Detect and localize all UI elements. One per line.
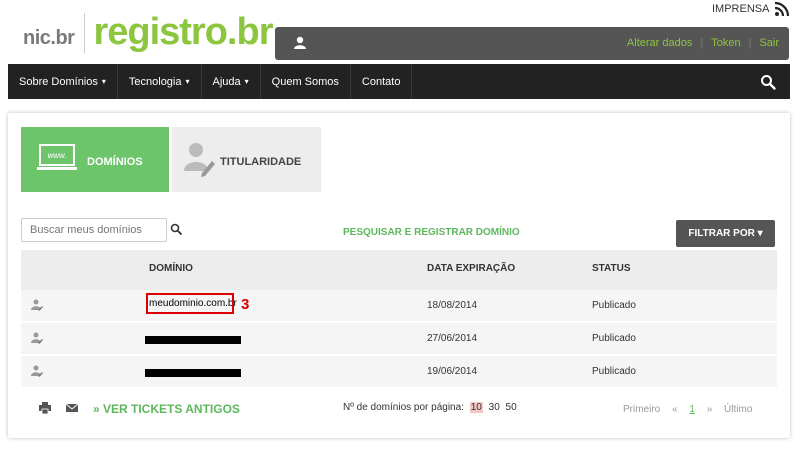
ver-tickets-antigos-link[interactable]: » VER TICKETS ANTIGOS (93, 402, 240, 416)
table-footer: » VER TICKETS ANTIGOS Nº de domínios por… (21, 398, 777, 423)
logo-registro: registro.br (93, 11, 273, 53)
expiration-date: 19/06/2014 (427, 366, 478, 377)
search-icon[interactable] (760, 74, 776, 90)
pagination: Primeiro « 1 » Último (623, 404, 761, 415)
highlight-box (146, 293, 234, 314)
pager-first[interactable]: Primeiro (623, 404, 660, 415)
tab-titularidade-label: TITULARIDADE (220, 156, 302, 168)
header-status: STATUS (592, 263, 631, 274)
nav-label: Sobre Domínios (19, 75, 98, 88)
nav-label: Quem Somos (271, 75, 339, 88)
token-link[interactable]: Token (711, 37, 740, 49)
status-text: Publicado (592, 300, 636, 311)
user-bar: Alterar dados | Token | Sair (275, 27, 789, 60)
www-monitor-icon: www. (37, 144, 77, 170)
sair-link[interactable]: Sair (759, 37, 779, 49)
www-text: www. (47, 151, 66, 160)
divider: | (700, 37, 704, 49)
rss-icon[interactable] (774, 1, 790, 17)
nav-tecnologia[interactable]: Tecnologia ▾ (118, 64, 202, 99)
table-row[interactable]: meudominio.com.br 3 18/08/2014 Publicado (21, 290, 777, 323)
nav-label: Ajuda (212, 75, 241, 88)
per-page-label: Nº de domínios por página: (343, 402, 464, 413)
domains-panel: www. DOMÍNIOS TITULARIDADE PESQUISAR E R… (8, 113, 790, 438)
status-text: Publicado (592, 366, 636, 377)
alterar-dados-link[interactable]: Alterar dados (627, 37, 692, 49)
pesquisar-registrar-link[interactable]: PESQUISAR E REGISTRAR DOMÍNIO (343, 227, 520, 238)
logo-nic: nic.br (23, 27, 75, 49)
table-row[interactable]: 19/06/2014 Publicado (21, 356, 777, 389)
per-page-option[interactable]: 10 (469, 402, 483, 413)
search-icon[interactable] (170, 223, 182, 235)
imprensa-link[interactable]: IMPRENSA (712, 3, 769, 15)
annotation-number: 3 (241, 296, 250, 313)
header-expiracao: DATA EXPIRAÇÃO (427, 263, 516, 274)
nav-sobre-dominios[interactable]: Sobre Domínios ▾ (8, 64, 118, 99)
caret-down-icon: ▾ (101, 77, 106, 86)
tab-dominios[interactable]: www. DOMÍNIOS (21, 127, 169, 192)
main-nav: Sobre Domínios ▾ Tecnologia ▾ Ajuda ▾ Qu… (8, 64, 790, 99)
per-page-option[interactable]: 30 (489, 402, 500, 413)
pager-current-page[interactable]: 1 (689, 404, 695, 415)
pager-next[interactable]: » (707, 404, 713, 415)
expiration-date: 18/08/2014 (427, 300, 478, 311)
per-page-selector: Nº de domínios por página: 10 30 50 (343, 402, 517, 413)
redacted-domain (145, 336, 241, 344)
nav-label: Contato (361, 75, 401, 88)
redacted-domain (145, 369, 241, 377)
logo[interactable]: nic.br registro.br (23, 8, 274, 53)
user-icon (294, 36, 306, 49)
table-header: DOMÍNIO DATA EXPIRAÇÃO STATUS (21, 250, 777, 290)
divider: | (748, 37, 752, 49)
user-links: Alterar dados | Token | Sair (627, 37, 779, 49)
tab-dominios-label: DOMÍNIOS (87, 156, 143, 168)
nav-ajuda[interactable]: Ajuda ▾ (202, 64, 261, 99)
search-domains-input[interactable] (21, 218, 167, 242)
domains-table: DOMÍNIO DATA EXPIRAÇÃO STATUS meudominio… (21, 250, 777, 389)
print-icon[interactable] (39, 402, 51, 414)
filtrar-por-button[interactable]: FILTRAR POR ▾ (676, 220, 775, 247)
status-text: Publicado (592, 333, 636, 344)
pager-prev[interactable]: « (672, 404, 678, 415)
edit-owner-icon[interactable] (31, 365, 43, 377)
tab-titularidade[interactable]: TITULARIDADE (172, 127, 321, 192)
per-page-option[interactable]: 50 (506, 402, 517, 413)
caret-down-icon: ▾ (185, 77, 190, 86)
mail-icon[interactable] (66, 402, 78, 414)
user-edit-icon (184, 143, 215, 177)
expiration-date: 27/06/2014 (427, 333, 478, 344)
table-row[interactable]: 27/06/2014 Publicado (21, 323, 777, 356)
caret-down-icon: ▾ (244, 77, 249, 86)
edit-owner-icon[interactable] (31, 299, 43, 311)
nav-contato[interactable]: Contato (351, 64, 413, 99)
logo-divider (84, 13, 86, 53)
edit-owner-icon[interactable] (31, 332, 43, 344)
nav-label: Tecnologia (128, 75, 182, 88)
pager-last[interactable]: Último (724, 404, 752, 415)
nav-quem-somos[interactable]: Quem Somos (261, 64, 351, 99)
header-dominio: DOMÍNIO (149, 263, 193, 274)
